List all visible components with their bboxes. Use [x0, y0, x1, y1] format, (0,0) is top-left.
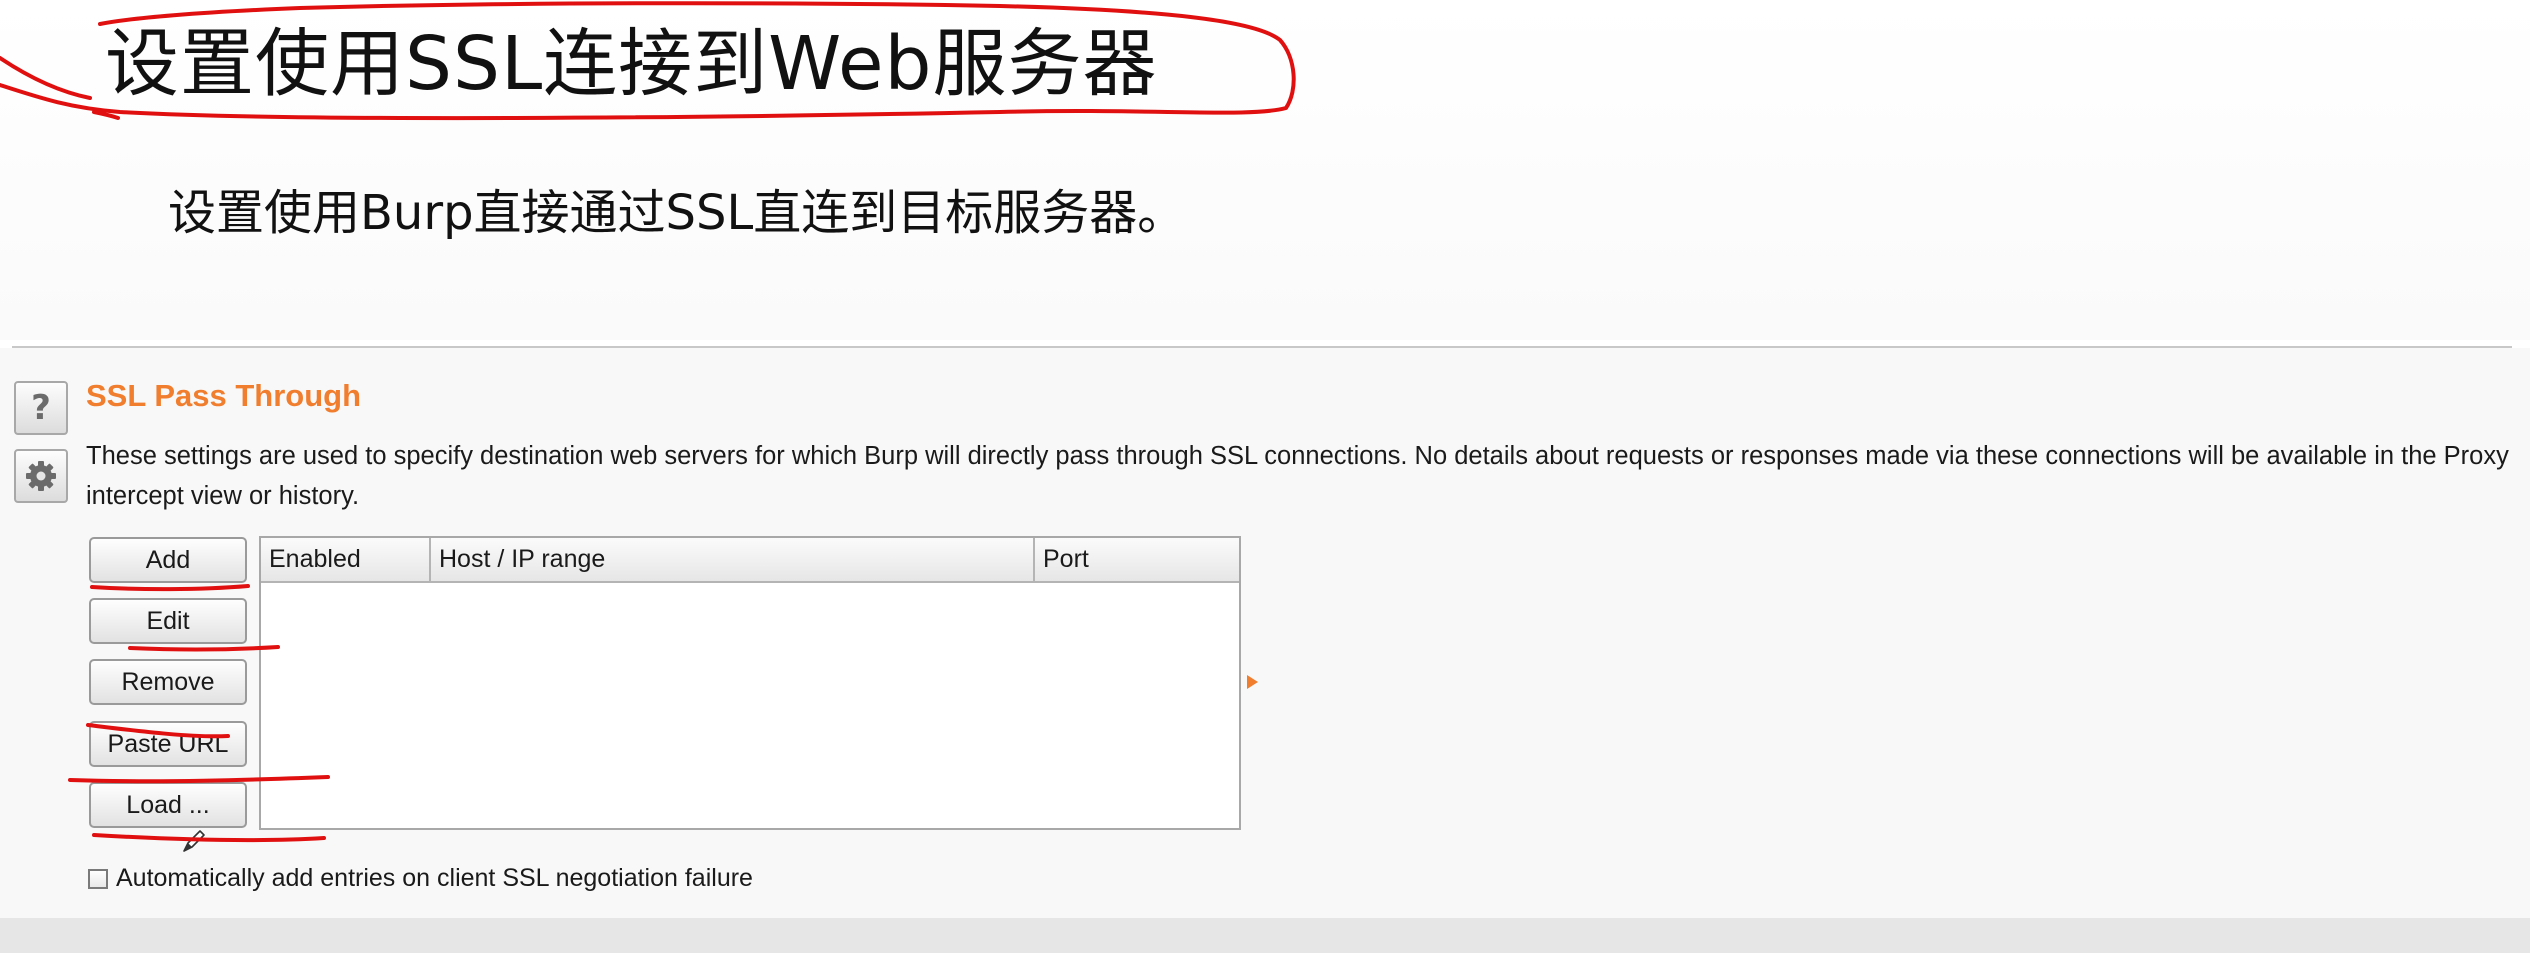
section-description: These settings are used to specify desti…: [86, 442, 2509, 510]
slide: 设置使用SSL连接到Web服务器 设置使用Burp直接通过SSL直连到目标服务器…: [0, 0, 2530, 953]
column-header-enabled[interactable]: Enabled: [261, 538, 431, 581]
table-header: Enabled Host / IP range Port: [261, 538, 1239, 583]
question-mark-icon[interactable]: ?: [14, 381, 68, 435]
auto-add-entries-option[interactable]: Automatically add entries on client SSL …: [88, 864, 753, 893]
load-button[interactable]: Load ...: [89, 782, 247, 828]
add-button[interactable]: Add: [89, 537, 247, 583]
paste-url-button[interactable]: Paste URL: [89, 721, 247, 767]
edit-button[interactable]: Edit: [89, 598, 247, 644]
ssl-pass-through-table[interactable]: Enabled Host / IP range Port: [259, 536, 1241, 830]
slide-title: 设置使用SSL连接到Web服务器: [105, 21, 1158, 107]
section-title: SSL Pass Through: [86, 378, 362, 413]
remove-button[interactable]: Remove: [89, 659, 247, 705]
column-header-port[interactable]: Port: [1035, 538, 1239, 581]
auto-add-entries-checkbox[interactable]: [88, 868, 108, 889]
slide-subtitle: 设置使用Burp直接通过SSL直连到目标服务器。: [168, 185, 1186, 241]
gear-icon[interactable]: [14, 449, 68, 503]
mouse-cursor-icon: [183, 830, 205, 852]
column-header-host[interactable]: Host / IP range: [431, 538, 1035, 581]
panel-resize-arrow-icon[interactable]: [1247, 675, 1258, 689]
auto-add-entries-label: Automatically add entries on client SSL …: [116, 864, 753, 892]
bottom-band: [0, 918, 2530, 953]
